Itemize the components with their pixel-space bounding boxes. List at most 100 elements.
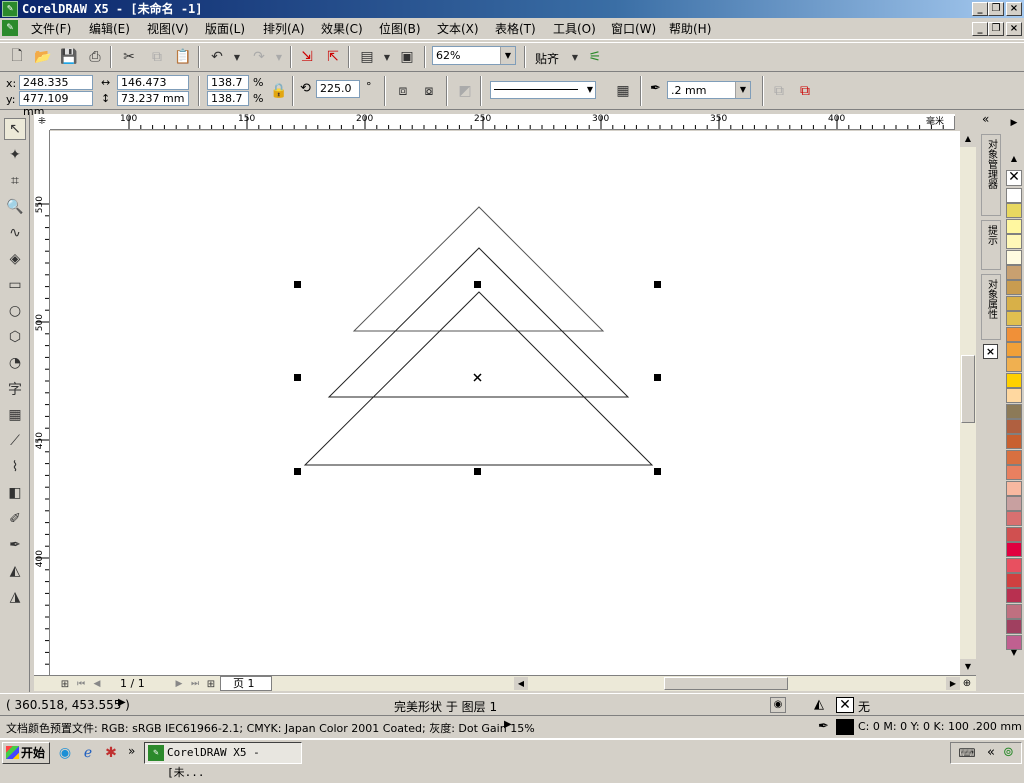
height-field[interactable]: 73.237 mm (117, 91, 189, 106)
polygon-tool-icon[interactable]: ⬡ (4, 326, 26, 348)
to-front-icon[interactable]: ⧉ (768, 80, 790, 102)
drawing-canvas[interactable] (50, 131, 960, 675)
rectangle-tool-icon[interactable]: ▭ (4, 274, 26, 296)
wrap-text-icon[interactable]: ▦ (612, 80, 634, 102)
color-proof-icon[interactable]: ◉ (770, 697, 786, 713)
to-back-icon[interactable]: ⧉ (794, 80, 816, 102)
start-button[interactable]: 开始 (2, 742, 50, 764)
undo-icon[interactable]: ↶ (206, 46, 228, 68)
color-swatch[interactable] (1006, 619, 1022, 635)
menu-help[interactable]: 帮助(H) (669, 21, 711, 37)
blend-tool-icon[interactable]: ◧ (4, 482, 26, 504)
menu-effects[interactable]: 效果(C) (321, 21, 363, 37)
scale-x-field[interactable]: 138.7 (207, 75, 249, 90)
freehand-tool-icon[interactable]: ∿ (4, 222, 26, 244)
menu-edit[interactable]: 编辑(E) (89, 21, 130, 37)
table-tool-icon[interactable]: ▦ (4, 404, 26, 426)
convert-to-curves-icon[interactable]: ◩ (454, 80, 476, 102)
menu-table[interactable]: 表格(T) (495, 21, 536, 37)
interactive-fill-icon[interactable]: ◮ (4, 586, 26, 608)
scale-y-field[interactable]: 138.7 (207, 91, 249, 106)
color-swatch[interactable] (1006, 203, 1022, 219)
paste-icon[interactable]: 📋 (172, 46, 194, 68)
color-swatch[interactable] (1006, 249, 1022, 265)
color-swatch[interactable] (1006, 588, 1022, 604)
copy-icon[interactable]: ⧉ (146, 46, 168, 68)
docker-tab-hints[interactable]: 提示 (981, 220, 1001, 270)
chrome-icon[interactable]: ◉ (54, 742, 76, 764)
crop-tool-icon[interactable]: ⌗ (4, 170, 26, 192)
outline-tool-icon[interactable]: ✒ (4, 534, 26, 556)
color-swatch[interactable] (1006, 388, 1022, 404)
tray-collapse-icon[interactable]: « (987, 745, 995, 760)
vertical-ruler[interactable]: 550 500 450 400 (34, 130, 50, 675)
options-icon[interactable]: ⚟ (584, 46, 606, 68)
pick-tool-icon[interactable]: ↖ (4, 118, 26, 140)
docker-tab-object-properties[interactable]: 对象属性 (981, 274, 1001, 340)
menu-window[interactable]: 窗口(W) (611, 21, 656, 37)
ie-icon[interactable]: ℯ (77, 742, 99, 764)
add-page-after-icon[interactable]: ⊞ (200, 673, 222, 695)
color-swatch[interactable] (1006, 573, 1022, 588)
color-swatch[interactable] (1006, 326, 1022, 342)
import-icon[interactable]: ⇲ (296, 46, 318, 68)
profile-expand-icon[interactable]: ▶ (504, 719, 512, 730)
snap-dropdown-icon[interactable]: ▼ (564, 46, 586, 68)
doc-restore-button[interactable]: ❐ (988, 22, 1004, 36)
close-docker-icon[interactable]: × (983, 344, 998, 359)
color-swatch[interactable] (1006, 265, 1022, 280)
launcher-dropdown-icon[interactable]: ▼ (376, 46, 398, 68)
redo-dropdown-icon[interactable]: ▼ (268, 46, 290, 68)
line-style-combo[interactable]: ▼ (490, 81, 596, 99)
color-swatch[interactable] (1006, 357, 1022, 373)
color-swatch[interactable] (1006, 403, 1022, 419)
color-swatch[interactable] (1006, 234, 1022, 250)
scroll-right-icon[interactable]: ▶ (946, 677, 960, 690)
palette-up-icon[interactable]: ▲ (1007, 154, 1021, 164)
application-launcher-icon[interactable]: ▤ (356, 46, 378, 68)
horizontal-ruler[interactable]: 100 150 200 250 300 350 400 毫米 (50, 114, 955, 130)
lock-ratio-icon[interactable]: 🔒 (268, 80, 290, 102)
mirror-horizontal-icon[interactable]: ⧈ (392, 80, 414, 102)
fill-none-swatch[interactable]: ✕ (836, 697, 854, 713)
eyedropper-tool-icon[interactable]: ✐ (4, 508, 26, 530)
palette-down-icon[interactable]: ▼ (1007, 648, 1021, 658)
color-swatch[interactable] (1006, 434, 1022, 450)
redo-icon[interactable]: ↷ (248, 46, 270, 68)
save-icon[interactable]: 💾 (58, 46, 80, 68)
fill-tool-icon[interactable]: ◭ (4, 560, 26, 582)
quicklaunch-more-icon[interactable]: » (128, 744, 135, 758)
menu-view[interactable]: 视图(V) (147, 21, 189, 37)
quicklaunch-app-icon[interactable]: ✱ (100, 742, 122, 764)
undo-dropdown-icon[interactable]: ▼ (226, 46, 248, 68)
menu-text[interactable]: 文本(X) (437, 21, 479, 37)
prev-page-icon[interactable]: ◀ (86, 673, 108, 695)
basic-shapes-icon[interactable]: ◔ (4, 352, 26, 374)
open-icon[interactable]: 📂 (32, 46, 54, 68)
scroll-left-icon[interactable]: ◀ (514, 677, 528, 690)
network-icon[interactable]: ⊚ (1003, 745, 1014, 760)
menu-file[interactable]: 文件(F) (31, 21, 71, 37)
color-swatch[interactable] (1006, 557, 1022, 573)
vertical-scroll-thumb[interactable] (961, 355, 975, 423)
color-swatch[interactable] (1006, 311, 1022, 327)
color-swatch[interactable] (1006, 480, 1022, 496)
collapse-dockers-icon[interactable]: « (982, 112, 989, 126)
color-swatch[interactable] (1006, 542, 1022, 558)
ellipse-tool-icon[interactable]: ○ (4, 300, 26, 322)
close-button[interactable]: × (1006, 2, 1022, 16)
scroll-down-icon[interactable]: ▼ (960, 659, 976, 675)
smart-fill-icon[interactable]: ◈ (4, 248, 26, 270)
expand-status-icon[interactable]: ▶ (118, 697, 126, 708)
color-swatch[interactable] (1006, 295, 1022, 311)
no-color-swatch[interactable]: ✕ (1006, 170, 1022, 186)
color-swatch[interactable] (1006, 188, 1022, 203)
y-position-field[interactable]: 477.109 mm (19, 91, 93, 118)
welcome-screen-icon[interactable]: ▣ (396, 46, 418, 68)
color-swatch[interactable] (1006, 449, 1022, 465)
color-swatch[interactable] (1006, 342, 1022, 357)
color-swatch[interactable] (1006, 603, 1022, 619)
color-swatch[interactable] (1006, 511, 1022, 527)
export-icon[interactable]: ⇱ (322, 46, 344, 68)
page-tab[interactable]: 页 1 (220, 676, 272, 691)
